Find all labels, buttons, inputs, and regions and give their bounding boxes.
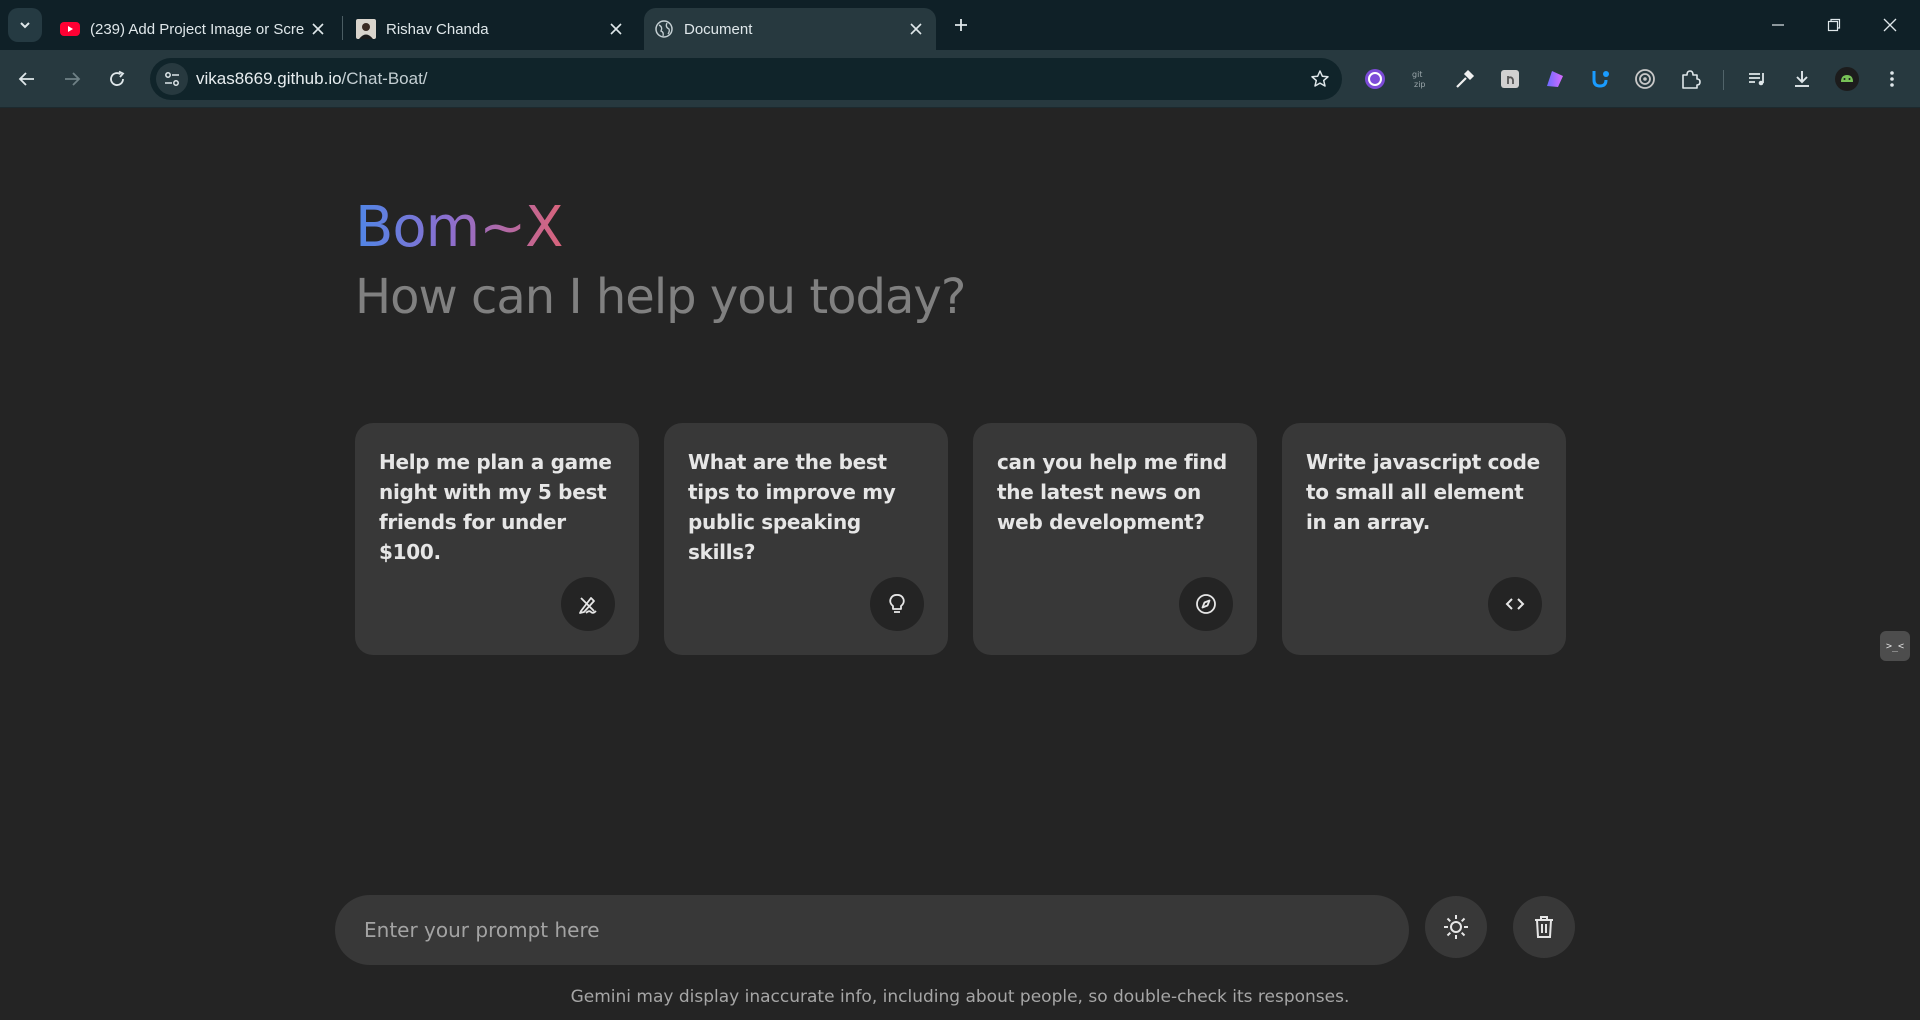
trash-icon <box>1535 916 1553 938</box>
minimize-button[interactable] <box>1750 8 1806 42</box>
theme-toggle-button[interactable] <box>1425 896 1487 958</box>
restore-button[interactable] <box>1806 8 1862 42</box>
profile-avatar-icon[interactable] <box>1834 66 1860 92</box>
address-bar[interactable]: vikas8669.github.io/Chat-Boat/ <box>150 58 1342 100</box>
side-widget-button[interactable]: >_< <box>1880 631 1910 661</box>
close-icon <box>1883 18 1897 32</box>
suggestion-card[interactable]: What are the best tips to improve my pub… <box>664 423 948 655</box>
download-icon[interactable] <box>1789 66 1815 92</box>
youtube-icon <box>60 19 80 39</box>
arrow-left-icon <box>18 72 34 86</box>
tool-icon[interactable] <box>1587 66 1613 92</box>
arrow-right-icon <box>65 72 81 86</box>
close-icon[interactable] <box>606 19 626 39</box>
reload-button[interactable] <box>100 62 134 96</box>
tab-document-active[interactable]: Document <box>644 8 936 50</box>
target-icon[interactable] <box>1632 66 1658 92</box>
tab-title: Document <box>684 20 753 38</box>
reload-icon <box>110 70 125 86</box>
tune-icon <box>165 72 179 86</box>
site-info-button[interactable] <box>156 63 188 95</box>
tab-youtube[interactable]: (239) Add Project Image or Scre <box>50 8 338 50</box>
chevron-down-icon <box>20 22 30 29</box>
tab-separator <box>342 16 343 40</box>
browser-toolbar: vikas8669.github.io/Chat-Boat/ git zip <box>0 50 1920 108</box>
shape-icon[interactable] <box>1542 66 1568 92</box>
minimize-icon <box>1772 24 1784 26</box>
svg-text:zip: zip <box>1414 80 1426 89</box>
suggestion-card[interactable]: Help me plan a game night with my 5 best… <box>355 423 639 655</box>
sun-icon <box>1444 915 1468 939</box>
tab-title: (239) Add Project Image or Scre <box>90 20 305 38</box>
url-path: /Chat-Boat/ <box>341 69 428 88</box>
suggestion-card[interactable]: Write javascript code to small all eleme… <box>1282 423 1566 655</box>
forward-button[interactable] <box>55 62 89 96</box>
chat-app-page: Bom~X How can I help you today? Help me … <box>0 109 1920 1020</box>
close-window-button[interactable] <box>1862 8 1918 42</box>
close-icon[interactable] <box>308 19 328 39</box>
eyedropper-icon[interactable] <box>1452 66 1478 92</box>
app-brand: Bom~X <box>355 195 564 260</box>
explore-icon <box>1179 577 1233 631</box>
lightbulb-icon <box>870 577 924 631</box>
disclaimer-text: Gemini may display inaccurate info, incl… <box>570 987 1350 1007</box>
menu-icon[interactable] <box>1879 66 1905 92</box>
new-tab-button[interactable] <box>948 12 974 38</box>
suggestion-text: can you help me find the latest news on … <box>997 450 1227 534</box>
back-button[interactable] <box>10 62 44 96</box>
suggestion-text: Help me plan a game night with my 5 best… <box>379 450 612 564</box>
svg-text:git: git <box>1412 70 1422 79</box>
page-subtitle: How can I help you today? <box>355 269 966 325</box>
tab-rishav[interactable]: Rishav Chanda <box>346 8 636 50</box>
url-text[interactable]: vikas8669.github.io/Chat-Boat/ <box>196 69 428 89</box>
wappalyzer-icon[interactable] <box>1362 66 1388 92</box>
suggestion-card[interactable]: can you help me find the latest news on … <box>973 423 1257 655</box>
suggestion-text: What are the best tips to improve my pub… <box>688 450 896 564</box>
code-icon <box>1488 577 1542 631</box>
prompt-input[interactable] <box>364 895 1384 965</box>
tab-title: Rishav Chanda <box>386 20 489 38</box>
tab-search-button[interactable] <box>8 8 42 42</box>
touch-icon[interactable] <box>1497 66 1523 92</box>
toolbar-separator <box>1723 70 1724 90</box>
restore-icon <box>1827 18 1841 32</box>
browser-tab-strip: (239) Add Project Image or Scre Rishav C… <box>0 0 1920 50</box>
avatar-icon <box>356 19 376 39</box>
media-queue-icon[interactable] <box>1744 66 1770 92</box>
prompt-bar <box>335 895 1409 965</box>
puzzle-icon[interactable] <box>1677 66 1703 92</box>
bookmark-star-icon[interactable] <box>1308 67 1332 91</box>
suggestion-text: Write javascript code to small all eleme… <box>1306 450 1540 534</box>
git-zip-icon[interactable]: git zip <box>1407 66 1433 92</box>
close-icon[interactable] <box>906 19 926 39</box>
url-host: vikas8669.github.io <box>196 69 342 88</box>
draw-icon <box>561 577 615 631</box>
delete-chats-button[interactable] <box>1513 896 1575 958</box>
globe-icon <box>654 19 674 39</box>
plus-icon <box>955 19 967 31</box>
